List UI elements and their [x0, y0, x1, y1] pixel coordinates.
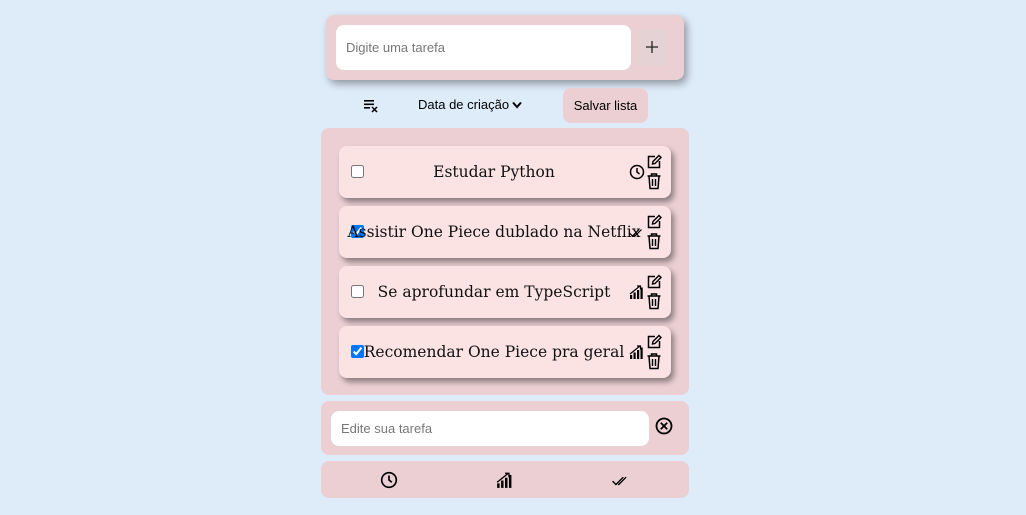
task-list: Estudar Python Assistir One Piece dublad… [321, 128, 689, 395]
signal-bars-icon[interactable] [496, 471, 514, 489]
sort-select[interactable]: Data de criação [418, 97, 522, 112]
trash-icon[interactable] [646, 352, 662, 370]
add-task-card: Digite uma tarefa [326, 15, 684, 80]
task-text: Se aprofundar em TypeScript [377, 283, 611, 301]
trash-icon[interactable] [646, 292, 662, 310]
clear-list-icon[interactable] [364, 99, 378, 113]
plus-icon [646, 41, 658, 53]
edit-task-input[interactable]: Edite sua tarefa [331, 411, 649, 446]
close-circle-icon[interactable] [655, 417, 673, 435]
clock-icon[interactable] [380, 471, 398, 489]
edit-icon[interactable] [646, 154, 662, 170]
task-item: Estudar Python [339, 146, 671, 198]
task-checkbox[interactable] [351, 345, 364, 358]
double-check-icon [629, 229, 642, 237]
edit-icon[interactable] [646, 334, 662, 350]
filter-bar [321, 461, 689, 498]
double-check-icon[interactable] [612, 471, 630, 489]
clock-icon [629, 164, 645, 180]
edit-icon[interactable] [646, 274, 662, 290]
task-text: Recomendar One Piece pra geral [363, 343, 625, 361]
task-text: Estudar Python [433, 163, 555, 181]
trash-icon[interactable] [646, 172, 662, 190]
task-checkbox[interactable] [351, 285, 364, 298]
task-item: Se aprofundar em TypeScript [339, 266, 671, 318]
edit-task-panel: Edite sua tarefa [321, 401, 689, 455]
add-task-button[interactable] [636, 29, 668, 65]
save-list-button[interactable]: Salvar lista [563, 88, 648, 123]
signal-bars-icon [629, 285, 643, 299]
trash-icon[interactable] [646, 232, 662, 250]
task-item: Recomendar One Piece pra geral [339, 326, 671, 378]
task-text: Assistir One Piece dublado na Netflix [347, 223, 641, 241]
signal-bars-icon [629, 345, 643, 359]
task-checkbox[interactable] [351, 165, 364, 178]
edit-icon[interactable] [646, 214, 662, 230]
task-item: Assistir One Piece dublado na Netflix [339, 206, 671, 258]
chevron-down-icon [512, 101, 522, 109]
task-input[interactable]: Digite uma tarefa [336, 25, 631, 70]
sort-select-value: Data de criação [418, 97, 510, 112]
